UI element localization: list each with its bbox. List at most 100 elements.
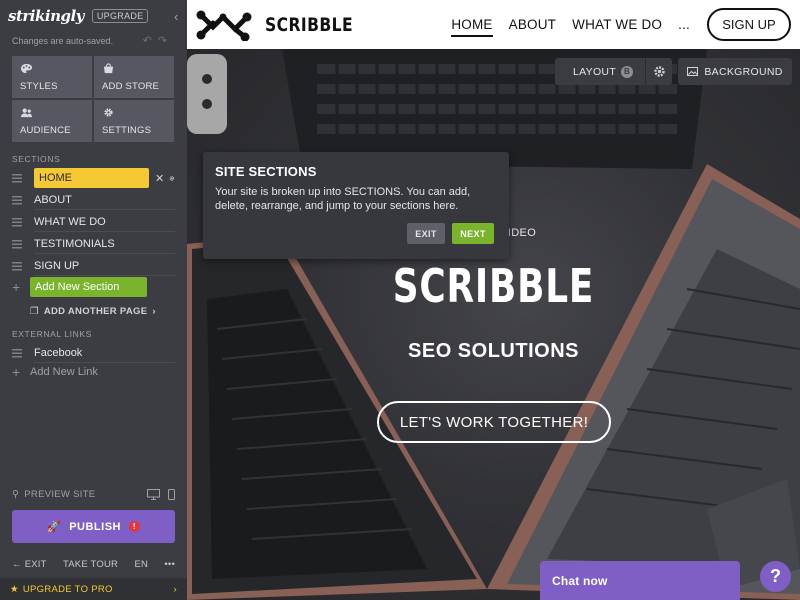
exit-label: EXIT — [24, 559, 47, 570]
styles-label: STYLES — [20, 81, 58, 92]
nav-home[interactable]: HOME — [451, 17, 493, 37]
external-link-label: Facebook — [34, 343, 175, 363]
section-label: HOME — [34, 168, 149, 188]
scribble-logo-icon[interactable] — [195, 9, 253, 41]
section-label: WHAT WE DO — [34, 212, 175, 232]
rocket-icon: 🚀 — [47, 521, 62, 533]
tour-next-button[interactable]: NEXT — [452, 223, 494, 244]
audience-button[interactable]: AUDIENCE — [12, 100, 92, 142]
chevron-right-icon: › — [152, 306, 156, 317]
layout-label-group: LAYOUT B — [573, 65, 634, 78]
editor-tiles: STYLES ADD STORE AUDIENCE SETTINGS — [12, 56, 174, 142]
add-link-label: Add New Link — [30, 366, 98, 378]
drag-handle-icon[interactable] — [12, 195, 22, 205]
search-icon: ⚲ — [12, 489, 20, 500]
hero-overlay — [187, 49, 800, 600]
site-nav: HOME ABOUT WHAT WE DO ... — [451, 0, 690, 49]
page-icon: ❐ — [30, 306, 39, 317]
autosave-status: Changes are auto-saved. ↶↷ — [0, 32, 187, 50]
store-icon — [103, 63, 114, 74]
external-link-facebook[interactable]: Facebook — [12, 343, 175, 363]
add-new-link-button[interactable]: + Add New Link — [12, 365, 98, 379]
preview-row: ⚲ PREVIEW SITE — [12, 489, 175, 500]
hero-title[interactable]: SCRIBBLE — [254, 259, 732, 313]
language-button[interactable]: EN — [134, 559, 148, 570]
section-label: ABOUT — [34, 190, 175, 210]
upgrade-pro-label: UPGRADE TO PRO — [22, 583, 113, 595]
editor-sidebar: strikingly UPGRADE ‹ Changes are auto-sa… — [0, 0, 187, 600]
sidebar-header: strikingly UPGRADE — [0, 0, 187, 32]
publish-label: PUBLISH — [69, 520, 121, 533]
external-links-heading: EXTERNAL LINKS — [12, 329, 92, 339]
plus-icon: + — [12, 364, 21, 380]
gear-icon — [653, 66, 665, 77]
mobile-icon[interactable] — [168, 489, 175, 500]
preview-site-button[interactable]: ⚲ PREVIEW SITE — [12, 489, 95, 500]
tour-exit-button[interactable]: EXIT — [407, 223, 445, 244]
section-item-testimonials[interactable]: TESTIMONIALS — [12, 234, 175, 254]
audience-icon — [21, 108, 32, 118]
chat-now-button[interactable]: Chat now — [540, 561, 740, 600]
settings-button[interactable]: SETTINGS — [94, 100, 174, 142]
image-icon — [687, 67, 699, 76]
section-item-about[interactable]: ABOUT — [12, 190, 175, 210]
device-toggle — [147, 489, 175, 500]
chevron-right-icon: › — [173, 583, 177, 595]
drag-handle-icon[interactable] — [12, 173, 22, 183]
help-button[interactable]: ? — [760, 561, 791, 592]
alert-icon: ! — [128, 521, 140, 532]
nav-more[interactable]: ... — [678, 17, 690, 32]
site-header: SCRIBBLE HOME ABOUT WHAT WE DO ... SIGN … — [187, 0, 800, 49]
popover-body: Your site is broken up into SECTIONS. Yo… — [215, 186, 471, 212]
add-new-section-button[interactable]: Add New Section — [30, 277, 147, 297]
sidebar-footer-links: ← EXIT TAKE TOUR EN ••• — [12, 559, 175, 570]
exit-button[interactable]: ← EXIT — [12, 559, 47, 570]
add-page-label: ADD ANOTHER PAGE — [43, 306, 148, 317]
section-settings-gear-icon[interactable] — [169, 173, 175, 184]
add-store-button[interactable]: ADD STORE — [94, 56, 174, 98]
more-options-icon[interactable]: ••• — [164, 559, 175, 570]
sign-up-button[interactable]: SIGN UP — [707, 8, 791, 41]
hero-section: LAYOUT B BACKGROUND VIDEO SCRIBBLE SEO S… — [187, 49, 800, 600]
cta-button[interactable]: LET'S WORK TOGETHER! — [377, 401, 611, 443]
add-store-label: ADD STORE — [102, 81, 160, 92]
upgrade-to-pro-bar[interactable]: ★ UPGRADE TO PRO › — [0, 578, 187, 600]
arrow-left-icon: ← — [12, 559, 22, 570]
nav-what-we-do[interactable]: WHAT WE DO — [572, 17, 662, 32]
desktop-icon[interactable] — [147, 489, 160, 500]
section-item-home[interactable]: HOME ✕ — [12, 168, 175, 188]
plus-icon: + — [12, 279, 21, 295]
background-button[interactable]: BACKGROUND — [678, 58, 792, 85]
section-item-what-we-do[interactable]: WHAT WE DO — [12, 212, 175, 232]
section-label: SIGN UP — [34, 256, 175, 276]
hero-subtitle[interactable]: SEO SOLUTIONS — [187, 340, 800, 363]
undo-redo-icons[interactable]: ↶↷ — [143, 34, 173, 47]
layout-badge: B — [621, 65, 634, 78]
upgrade-badge[interactable]: UPGRADE — [91, 9, 149, 23]
section-item-sign-up[interactable]: SIGN UP — [12, 256, 175, 276]
drag-handle-icon[interactable] — [12, 348, 22, 358]
preview-label: PREVIEW SITE — [24, 489, 96, 500]
autosave-text: Changes are auto-saved. — [12, 36, 114, 46]
gear-icon — [104, 108, 113, 117]
styles-button[interactable]: STYLES — [12, 56, 92, 98]
audience-label: AUDIENCE — [20, 125, 71, 136]
nav-about[interactable]: ABOUT — [509, 17, 557, 32]
take-tour-button[interactable]: TAKE TOUR — [63, 559, 118, 570]
layout-label: LAYOUT — [573, 65, 617, 78]
add-another-page-link[interactable]: ❐ ADD ANOTHER PAGE › — [30, 306, 156, 317]
strikingly-logo[interactable]: strikingly — [8, 7, 84, 25]
drag-handle-icon[interactable] — [12, 261, 22, 271]
publish-button[interactable]: 🚀 PUBLISH ! — [12, 510, 175, 543]
collapse-sidebar-icon[interactable]: ‹ — [174, 9, 178, 24]
drag-handle-icon[interactable] — [12, 239, 22, 249]
layout-button[interactable]: LAYOUT B — [555, 58, 672, 85]
site-name[interactable]: SCRIBBLE — [265, 14, 353, 36]
background-label: BACKGROUND — [704, 65, 783, 78]
add-section-row[interactable]: + Add New Section — [12, 277, 147, 297]
sections-heading: SECTIONS — [12, 154, 61, 164]
site-sections-tour-popover: SITE SECTIONS Your site is broken up int… — [203, 152, 509, 259]
drag-handle-icon[interactable] — [12, 217, 22, 227]
delete-section-icon[interactable]: ✕ — [155, 172, 164, 185]
section-settings-button[interactable] — [645, 58, 672, 85]
